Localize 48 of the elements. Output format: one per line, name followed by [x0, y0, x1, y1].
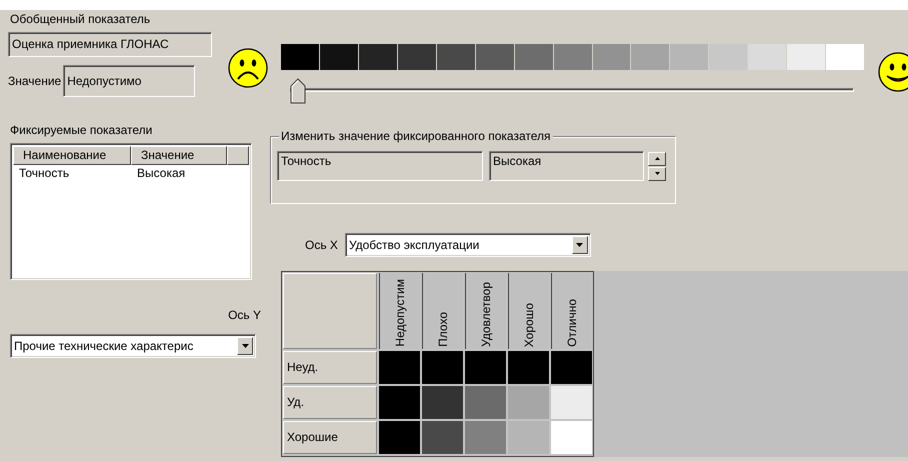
caret-up-icon — [654, 157, 660, 160]
dropdown-arrow-icon — [576, 243, 584, 247]
happy-face-icon — [878, 52, 908, 92]
column-header: Недопустим — [393, 279, 407, 347]
column-header[interactable]: Наименование — [13, 146, 131, 165]
list-cell-text: Высокая — [136, 165, 186, 181]
axis-x-dropdown[interactable]: Удобство эксплуатации — [344, 233, 591, 257]
value-label: Значение — [8, 74, 62, 88]
column-header: Плохо — [436, 312, 450, 347]
spin-up-button[interactable] — [648, 152, 666, 166]
section-label: Фиксируемые показатели — [10, 123, 154, 139]
matrix-cell[interactable] — [465, 386, 506, 419]
column-header: Хорошо — [522, 302, 536, 347]
row-header: Неуд. — [283, 351, 377, 384]
matrix-cell[interactable] — [379, 351, 420, 384]
value-field[interactable]: Высокая — [489, 151, 644, 181]
axis-x-label: Ось X — [305, 238, 338, 252]
axis-y-label: Ось Y — [228, 308, 261, 322]
matrix-cell[interactable] — [508, 351, 549, 384]
matrix-cell[interactable] — [551, 351, 592, 384]
matrix-cell[interactable] — [551, 421, 592, 454]
spin-down-button[interactable] — [648, 166, 666, 180]
header-filler — [227, 146, 249, 165]
matrix-cell[interactable] — [465, 351, 506, 384]
matrix-cell[interactable] — [508, 386, 549, 419]
column-header: Удовлетвор — [479, 282, 493, 347]
name-field: Точность — [277, 151, 483, 181]
matrix-cell[interactable] — [465, 421, 506, 454]
sad-face-icon — [228, 48, 268, 88]
name-field: Оценка приемника ГЛОНАС — [8, 32, 212, 57]
value-field: Недопустимо — [63, 65, 196, 97]
row-header: Хорошие — [283, 421, 377, 454]
column-header: Отлично — [565, 299, 579, 347]
row-header: Уд. — [283, 386, 377, 419]
column-header[interactable]: Значение — [131, 146, 227, 165]
matrix-cell[interactable] — [422, 386, 463, 419]
matrix-cell[interactable] — [379, 421, 420, 454]
matrix-cell[interactable] — [422, 421, 463, 454]
caret-down-icon — [654, 172, 660, 175]
group-legend: Изменить значение фиксированного показателя — [279, 129, 553, 143]
summary-label: Обобщенный показатель — [10, 12, 152, 28]
axis-y-dropdown[interactable]: Прочие технические характерис — [10, 334, 256, 358]
matrix-cell[interactable] — [379, 386, 420, 419]
matrix-cell[interactable] — [551, 386, 592, 419]
list-cell-text: Точность — [18, 165, 70, 181]
slider-thumb[interactable] — [290, 78, 306, 104]
matrix-cell[interactable] — [422, 351, 463, 384]
dropdown-arrow-icon — [242, 344, 248, 348]
